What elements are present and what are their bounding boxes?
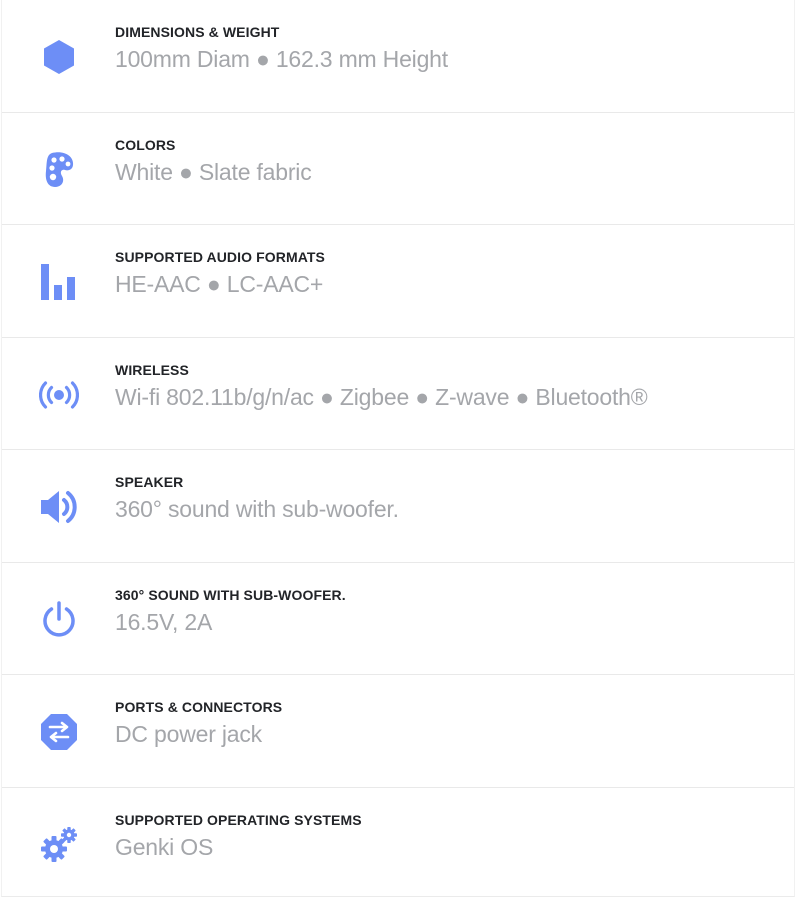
spec-value: Wi-fi 802.11b/g/n/ac ● Zigbee ● Z-wave ●… — [115, 383, 648, 410]
spec-value: DC power jack — [115, 721, 262, 747]
spec-row-speaker: SPEAKER 360° sound with sub-woofer. — [2, 450, 794, 563]
spec-value: 16.5V, 2A — [115, 608, 213, 635]
spec-row-audio-formats: SUPPORTED AUDIO FORMATS HE-AAC ● LC-AAC+ — [2, 225, 794, 338]
spec-row-ports: PORTS & CONNECTORS DC power jack — [2, 675, 794, 788]
gears-icon — [39, 825, 79, 865]
spec-title: SUPPORTED AUDIO FORMATS — [115, 249, 325, 265]
specs-list: DIMENSIONS & WEIGHT 100mm Diam ● 162.3 m… — [1, 0, 795, 897]
spec-row-dimensions: DIMENSIONS & WEIGHT 100mm Diam ● 162.3 m… — [2, 0, 794, 113]
spec-title: 360° SOUND WITH SUB-WOOFER. — [115, 586, 346, 603]
spec-row-wireless: WIRELESS Wi-fi 802.11b/g/n/ac ● Zigbee ●… — [2, 338, 794, 450]
spec-value: White ● Slate fabric — [115, 158, 312, 185]
spec-value: Genki OS — [115, 833, 214, 860]
hexagon-icon — [39, 37, 79, 77]
exchange-arrows-icon — [39, 712, 79, 752]
spec-title: COLORS — [115, 136, 176, 153]
spec-title: DIMENSIONS & WEIGHT — [115, 24, 280, 40]
spec-row-operating-systems: SUPPORTED OPERATING SYSTEMS Genki OS — [2, 788, 794, 901]
spec-title: SUPPORTED OPERATING SYSTEMS — [115, 811, 362, 828]
spec-row-colors: COLORS White ● Slate fabric — [2, 113, 794, 225]
bar-chart-icon — [39, 262, 79, 302]
spec-value: 360° sound with sub-woofer. — [115, 496, 399, 522]
wireless-signal-icon — [39, 375, 79, 415]
spec-title: PORTS & CONNECTORS — [115, 699, 283, 715]
spec-value: HE-AAC ● LC-AAC+ — [115, 271, 324, 297]
speaker-volume-icon — [39, 487, 79, 527]
spec-row-power: 360° SOUND WITH SUB-WOOFER. 16.5V, 2A — [2, 563, 794, 675]
spec-value: 100mm Diam ● 162.3 mm Height — [115, 46, 448, 72]
spec-title: WIRELESS — [115, 361, 189, 378]
palette-icon — [39, 150, 79, 190]
power-icon — [39, 600, 79, 640]
spec-title: SPEAKER — [115, 474, 184, 490]
